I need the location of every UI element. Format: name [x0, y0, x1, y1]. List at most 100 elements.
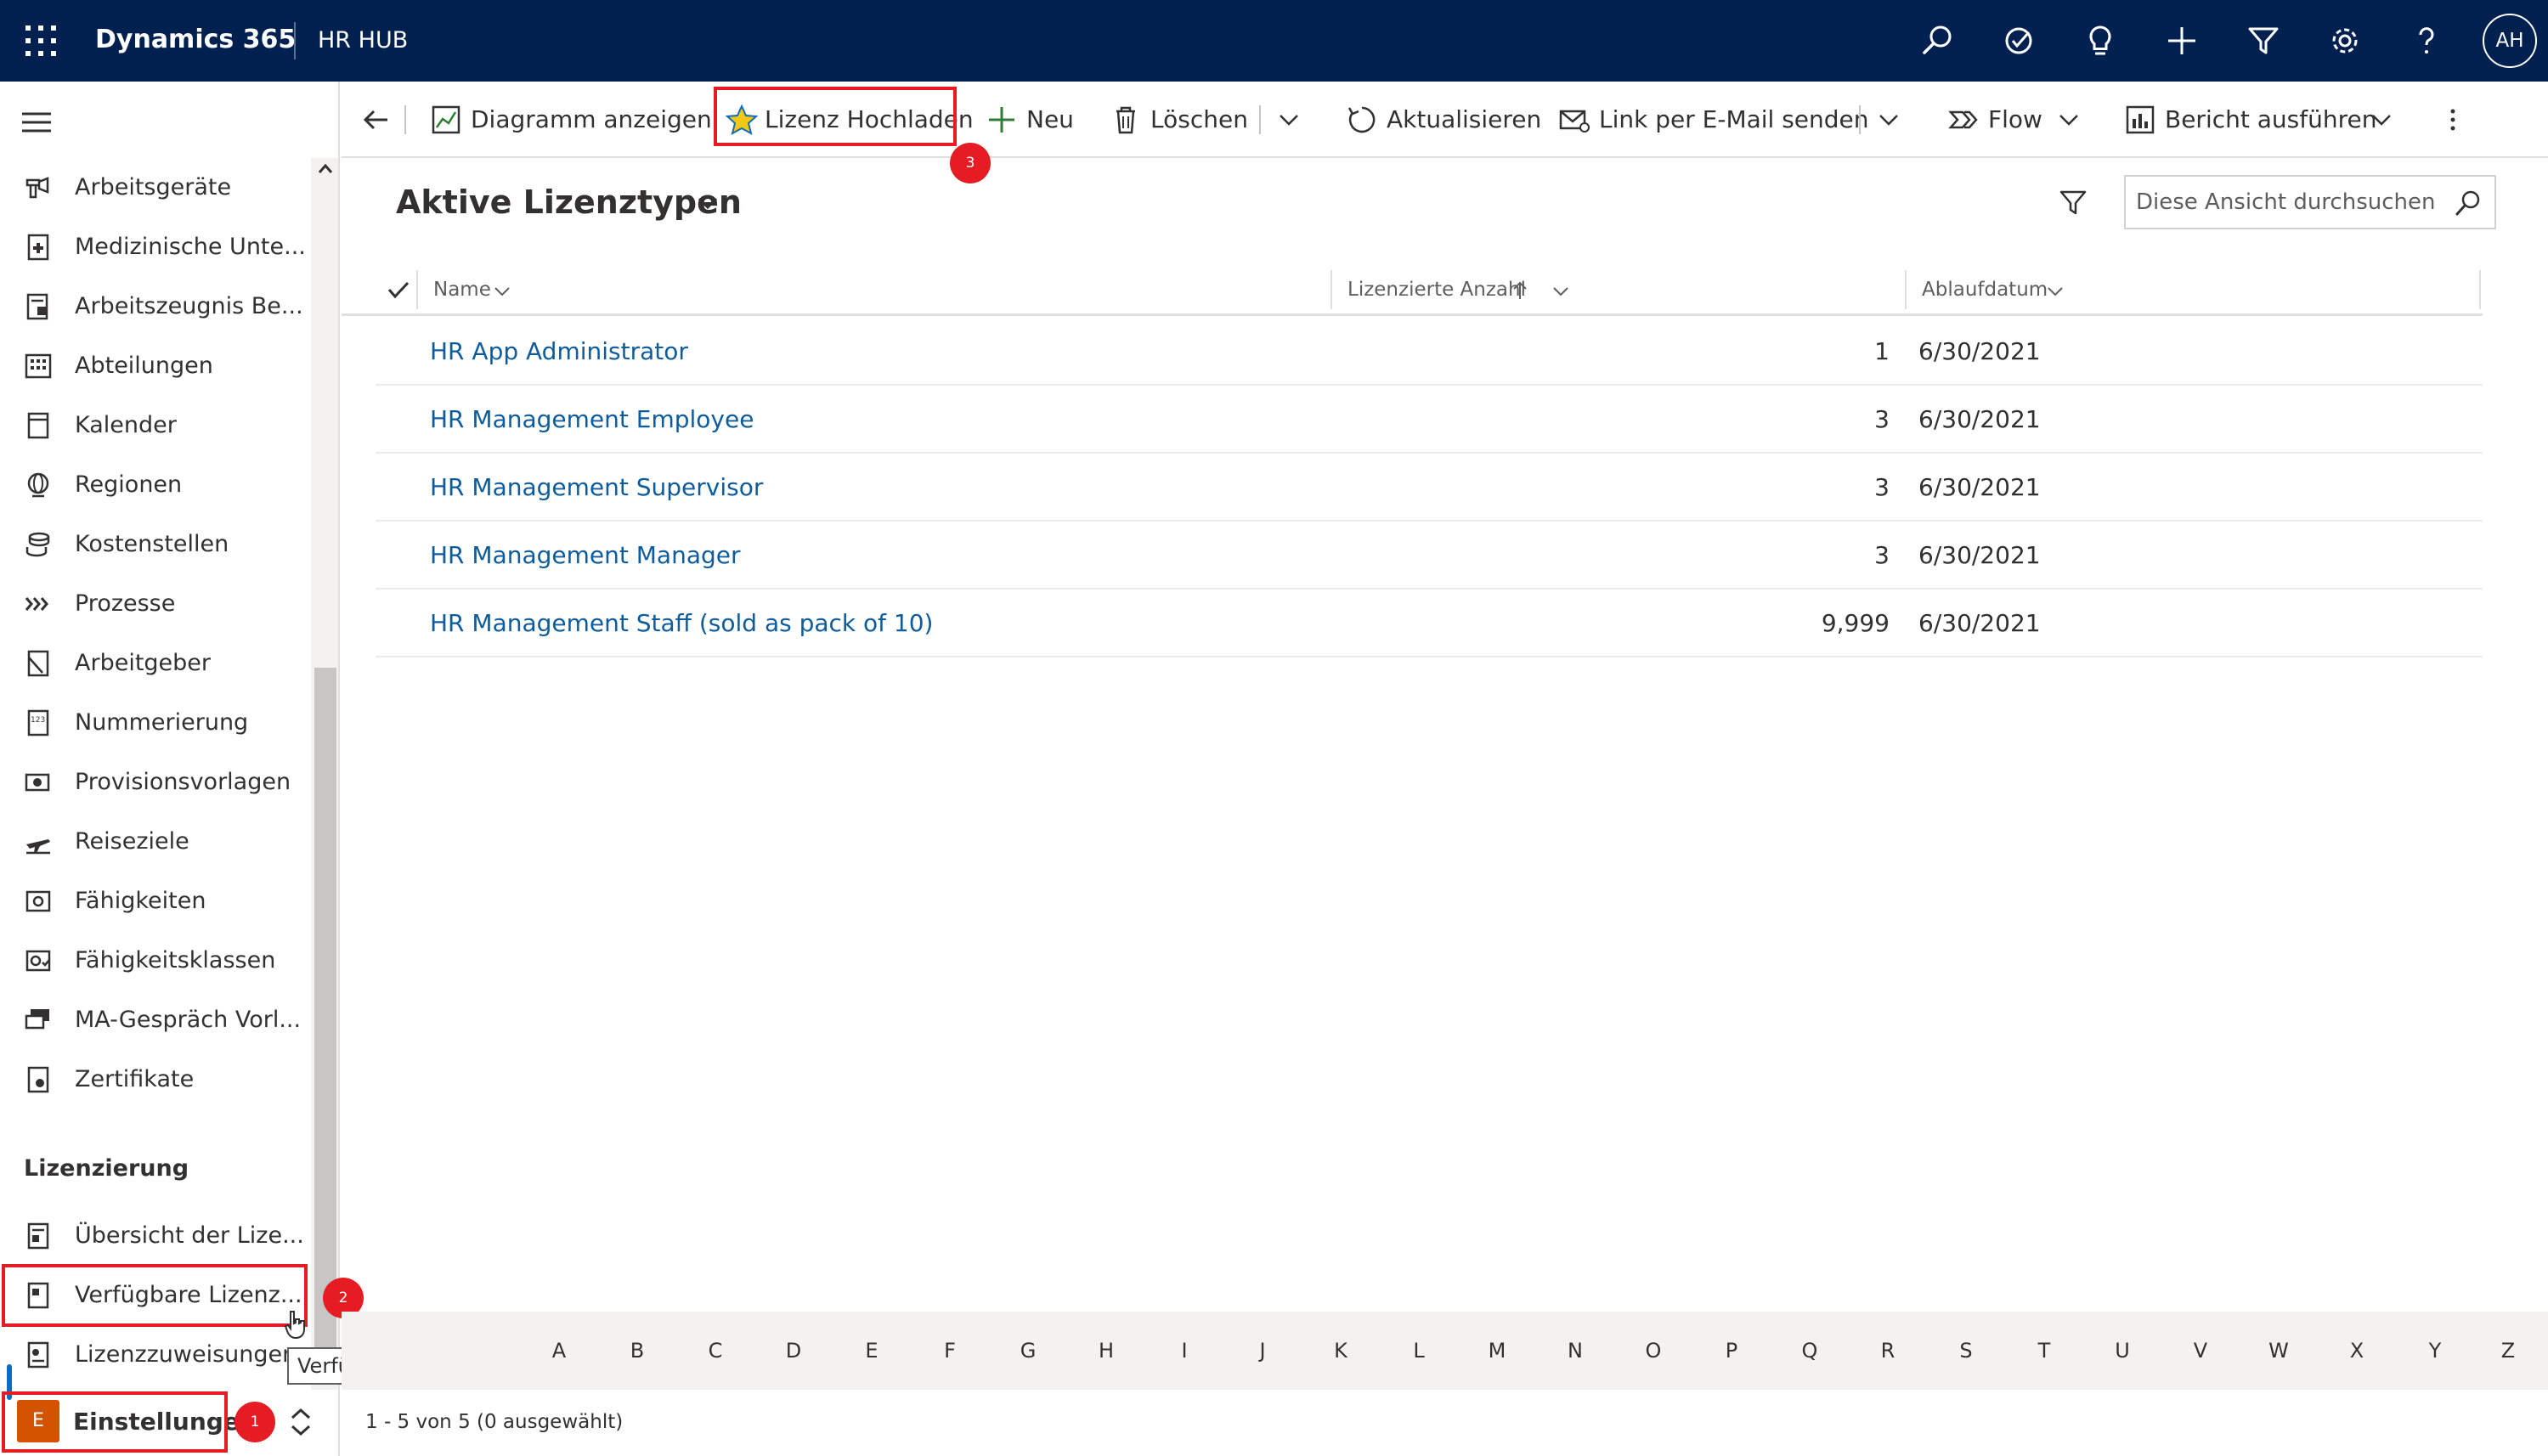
jump-letter-p[interactable]: P: [1726, 1334, 1737, 1368]
jump-letter-w[interactable]: W: [2268, 1334, 2289, 1368]
filter-icon[interactable]: [2243, 20, 2284, 61]
jump-letter-a[interactable]: A: [552, 1334, 566, 1368]
row-expiry-date: 6/30/2021: [1918, 609, 2041, 637]
jump-letter-c[interactable]: C: [709, 1334, 723, 1368]
flow-button[interactable]: Flow: [1947, 82, 2058, 156]
sidebar-item-kostenstellen[interactable]: Kostenstellen: [0, 516, 311, 573]
show-chart-button[interactable]: Diagramm anzeigen: [430, 82, 712, 156]
sidebar-item-kalender[interactable]: Kalender: [0, 398, 311, 454]
delete-button[interactable]: Löschen: [1110, 82, 1263, 156]
table-row[interactable]: HR App Administrator 1 6/30/2021: [376, 318, 2483, 386]
row-name-link[interactable]: HR Management Supervisor: [430, 471, 763, 505]
jump-letter-r[interactable]: R: [1881, 1334, 1895, 1368]
jump-letter-o[interactable]: O: [1646, 1334, 1662, 1368]
jump-letter-k[interactable]: K: [1334, 1334, 1347, 1368]
jump-letter-n[interactable]: N: [1568, 1334, 1583, 1368]
sidebar-item-provisionsvorlagen[interactable]: Provisionsvorlagen: [0, 754, 311, 810]
jump-letter-j[interactable]: J: [1259, 1334, 1265, 1368]
report-icon: [2126, 105, 2155, 134]
jump-letter-f[interactable]: F: [944, 1334, 956, 1368]
column-menu-chevron-icon[interactable]: [493, 282, 511, 301]
jump-letter-y[interactable]: Y: [2429, 1334, 2442, 1368]
table-row[interactable]: HR Management Supervisor 3 6/30/2021: [376, 454, 2483, 522]
view-title[interactable]: Aktive Lizenztypen: [396, 178, 742, 226]
refresh-button[interactable]: Aktualisieren: [1346, 82, 1550, 156]
help-icon[interactable]: [2406, 20, 2447, 61]
jump-letter-s[interactable]: S: [1959, 1334, 1972, 1368]
sidebar-item-reiseziele[interactable]: Reiseziele: [0, 814, 311, 870]
back-arrow-icon[interactable]: [360, 104, 393, 136]
lightbulb-icon[interactable]: [2080, 20, 2121, 61]
column-header-expiry-date[interactable]: Ablaufdatum: [1910, 272, 2437, 308]
jump-letter-t[interactable]: T: [2038, 1334, 2051, 1368]
sidebar-item-label: Fähigkeiten: [75, 888, 206, 914]
row-expiry-date: 6/30/2021: [1918, 541, 2041, 569]
jump-letter-u[interactable]: U: [2115, 1334, 2130, 1368]
view-search-input[interactable]: [2134, 182, 2440, 223]
sidebar-item-faehigkeitsklassen[interactable]: Fähigkeitsklassen: [0, 933, 311, 989]
sidebar-scrollbar-thumb[interactable]: [314, 668, 336, 1364]
jump-letter-h[interactable]: H: [1099, 1334, 1114, 1368]
jump-letter-l[interactable]: L: [1413, 1334, 1424, 1368]
app-launcher-waffle-icon[interactable]: [22, 22, 59, 59]
product-brand[interactable]: Dynamics 365: [95, 23, 296, 57]
row-name-link[interactable]: HR Management Employee: [430, 403, 754, 437]
task-check-icon[interactable]: [1998, 20, 2039, 61]
run-report-button[interactable]: Bericht ausführen: [2124, 82, 2379, 156]
sidebar-item-nummerierung[interactable]: 123 Nummerierung: [0, 695, 311, 751]
sidebar-item-faehigkeiten[interactable]: Fähigkeiten: [0, 873, 311, 929]
search-icon[interactable]: [2454, 189, 2483, 217]
jump-letter-e[interactable]: E: [865, 1334, 878, 1368]
sidebar-item-zertifikate[interactable]: Zertifikate: [0, 1052, 311, 1108]
sidebar-item-license-assignments[interactable]: Lizenzzuweisungen: [0, 1327, 311, 1383]
sidebar-item-arbeitsgeraete[interactable]: Arbeitsgeräte: [0, 160, 311, 216]
column-header-name[interactable]: Name: [421, 272, 812, 308]
jump-letter-b[interactable]: B: [630, 1334, 644, 1368]
select-all-checkmark-icon[interactable]: [386, 277, 411, 302]
more-commands-icon[interactable]: [2440, 107, 2466, 133]
plus-icon[interactable]: [2161, 20, 2202, 61]
email-link-button[interactable]: Link per E-Mail senden: [1558, 82, 1881, 156]
jump-letter-v[interactable]: V: [2194, 1334, 2207, 1368]
sidebar-item-license-overview[interactable]: Übersicht der Lize...: [0, 1208, 311, 1264]
jump-letter-q[interactable]: Q: [1802, 1334, 1818, 1368]
jump-letter-m[interactable]: M: [1489, 1334, 1506, 1368]
table-row[interactable]: HR Management Manager 3 6/30/2021: [376, 522, 2483, 590]
user-avatar[interactable]: AH: [2483, 14, 2537, 68]
report-more-chevron-icon[interactable]: [2369, 107, 2394, 133]
column-menu-chevron-icon[interactable]: [2046, 282, 2065, 301]
area-switch-chevron-icon[interactable]: [287, 1405, 314, 1439]
table-row[interactable]: HR Management Employee 3 6/30/2021: [376, 386, 2483, 454]
scroll-up-chevron-icon[interactable]: [316, 160, 335, 178]
view-selector-chevron-icon[interactable]: [695, 190, 720, 216]
new-button[interactable]: Neu: [986, 82, 1088, 156]
sidebar-item-prozesse[interactable]: Prozesse: [0, 576, 311, 632]
jump-letter-d[interactable]: D: [786, 1334, 801, 1368]
jump-letter-i[interactable]: I: [1181, 1334, 1187, 1368]
email-more-chevron-icon[interactable]: [1876, 107, 1901, 133]
row-licensed-count: 9,999: [1821, 609, 1890, 637]
delete-more-chevron-icon[interactable]: [1276, 107, 1302, 133]
row-licensed-count: 1: [1874, 337, 1890, 365]
hamburger-menu-icon[interactable]: [19, 107, 54, 138]
row-name-link[interactable]: HR App Administrator: [430, 335, 688, 369]
jump-letter-x[interactable]: X: [2350, 1334, 2364, 1368]
sidebar-item-medizinische[interactable]: Medizinische Unte...: [0, 219, 311, 275]
jump-letter-g[interactable]: G: [1020, 1334, 1037, 1368]
flow-more-chevron-icon[interactable]: [2056, 107, 2082, 133]
sidebar-item-regionen[interactable]: Regionen: [0, 457, 311, 513]
sidebar-item-arbeitszeugnis[interactable]: Arbeitszeugnis Be...: [0, 279, 311, 335]
column-menu-chevron-icon[interactable]: [1551, 282, 1570, 301]
settings-gear-icon[interactable]: [2325, 20, 2365, 61]
column-header-licensed-count[interactable]: Lizenzierte Anzahl: [1336, 272, 1879, 308]
table-row[interactable]: HR Management Staff (sold as pack of 10)…: [376, 590, 2483, 657]
jump-letter-z[interactable]: Z: [2501, 1334, 2515, 1368]
row-name-link[interactable]: HR Management Staff (sold as pack of 10): [430, 607, 933, 641]
row-name-link[interactable]: HR Management Manager: [430, 539, 741, 573]
app-name[interactable]: HR HUB: [318, 25, 408, 57]
search-icon[interactable]: [1917, 20, 1958, 61]
sidebar-item-ma-gespraech[interactable]: MA-Gespräch Vorl...: [0, 992, 311, 1048]
view-filter-icon[interactable]: [2058, 187, 2088, 217]
sidebar-item-abteilungen[interactable]: Abteilungen: [0, 338, 311, 394]
sidebar-item-arbeitgeber[interactable]: Arbeitgeber: [0, 635, 311, 691]
